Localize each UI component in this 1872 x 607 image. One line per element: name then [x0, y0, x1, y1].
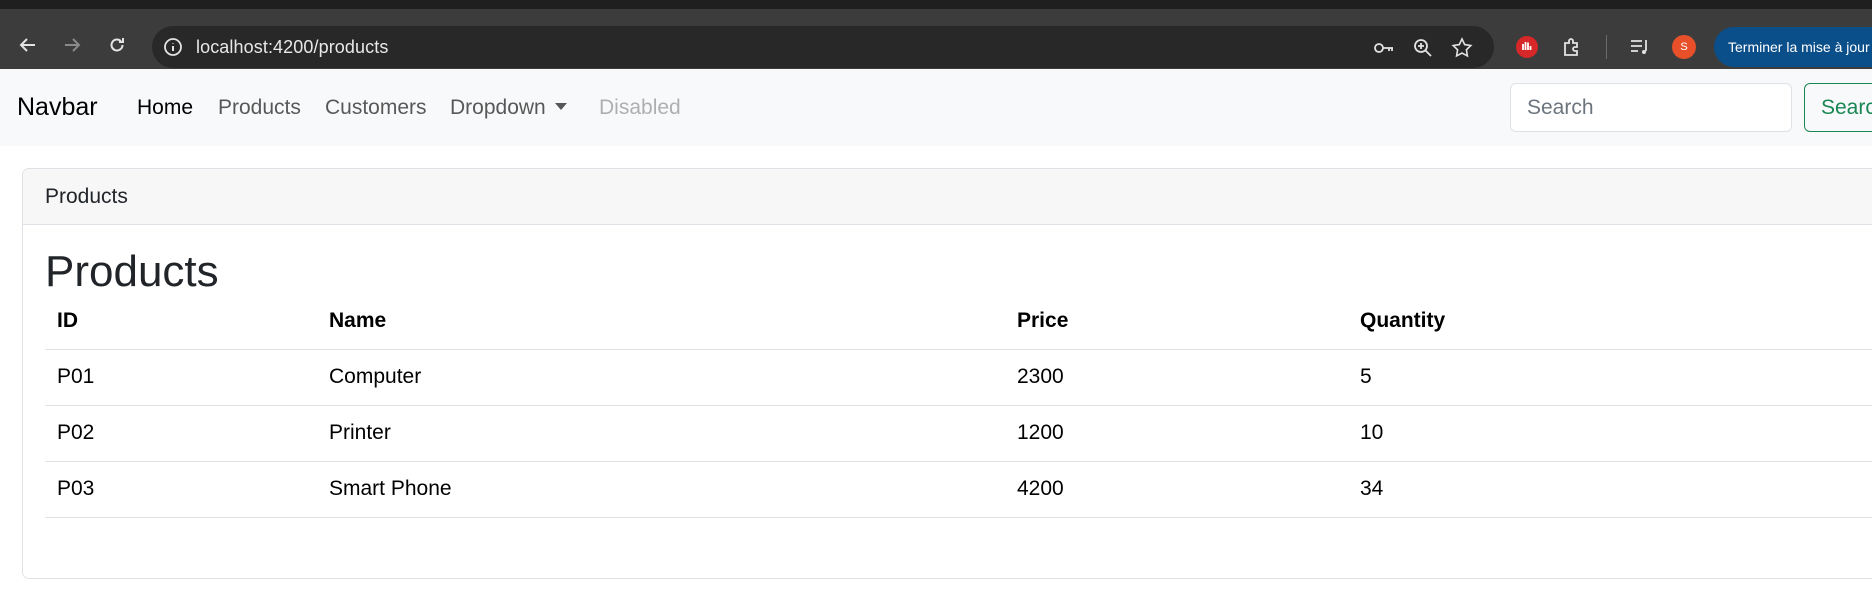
cell-quantity: 10	[1348, 404, 1872, 461]
cell-quantity: 5	[1348, 348, 1872, 405]
navbar-brand[interactable]: Navbar	[17, 93, 98, 122]
zoom-icon[interactable]	[1411, 36, 1435, 60]
reload-icon	[110, 38, 124, 52]
reload-button[interactable]	[103, 31, 131, 59]
browser-toolbar: localhost:4200/products S Terminer la mi…	[0, 0, 1872, 69]
cell-name: Printer	[317, 404, 1005, 461]
toolbar-divider	[1606, 35, 1607, 59]
cell-id: P02	[45, 404, 317, 461]
table-row: P02 Printer 1200 10	[45, 404, 1872, 461]
table-header-row: ID Name Price Quantity	[45, 293, 1872, 349]
table-row: P01 Computer 2300 5	[45, 348, 1872, 405]
products-table: ID Name Price Quantity P01 Computer 2300…	[45, 293, 1872, 518]
card-header: Products	[23, 169, 1872, 225]
media-queue-icon[interactable]	[1628, 35, 1652, 59]
app-navbar: Navbar Home Products Customers Dropdown …	[0, 69, 1872, 146]
forward-button[interactable]	[58, 31, 86, 59]
cell-name: Smart Phone	[317, 460, 1005, 518]
url-text: localhost:4200/products	[196, 37, 389, 57]
nav-link-home[interactable]: Home	[137, 96, 193, 120]
search-input[interactable]	[1510, 83, 1792, 132]
column-header-quantity: Quantity	[1360, 308, 1446, 332]
column-header-price: Price	[1017, 308, 1069, 332]
cell-name: Computer	[317, 348, 1005, 405]
site-info-icon[interactable]	[162, 36, 184, 58]
nav-dropdown-toggle[interactable]: Dropdown	[450, 96, 567, 120]
address-bar[interactable]: localhost:4200/products	[152, 26, 1494, 68]
cell-quantity: 34	[1348, 460, 1872, 518]
products-card: Products Products ID Name Price Quantity…	[22, 168, 1872, 579]
nav-link-customers[interactable]: Customers	[325, 96, 427, 120]
forward-arrow-icon	[65, 38, 81, 52]
column-header-id: ID	[57, 308, 78, 332]
key-icon[interactable]	[1372, 36, 1396, 60]
cell-id: P01	[45, 348, 317, 405]
cell-id: P03	[45, 460, 317, 518]
cell-price: 1200	[1005, 404, 1348, 461]
cell-price: 4200	[1005, 460, 1348, 518]
page-title: Products	[45, 247, 219, 296]
bookmark-star-icon[interactable]	[1450, 36, 1474, 60]
cell-price: 2300	[1005, 348, 1348, 405]
profile-avatar[interactable]: S	[1672, 35, 1696, 59]
search-button[interactable]: Search	[1804, 83, 1872, 132]
extensions-puzzle-icon[interactable]	[1560, 35, 1584, 59]
nav-link-products[interactable]: Products	[218, 96, 301, 120]
adblock-extension-icon[interactable]	[1515, 35, 1539, 59]
nav-link-disabled: Disabled	[599, 96, 681, 119]
caret-down-icon	[554, 103, 567, 110]
update-button[interactable]: Terminer la mise à jour	[1714, 27, 1872, 67]
back-button[interactable]	[14, 31, 42, 59]
back-arrow-icon	[19, 38, 35, 52]
column-header-name: Name	[329, 308, 387, 332]
nav-dropdown-label: Dropdown	[450, 96, 546, 119]
table-row: P03 Smart Phone 4200 34	[45, 460, 1872, 518]
